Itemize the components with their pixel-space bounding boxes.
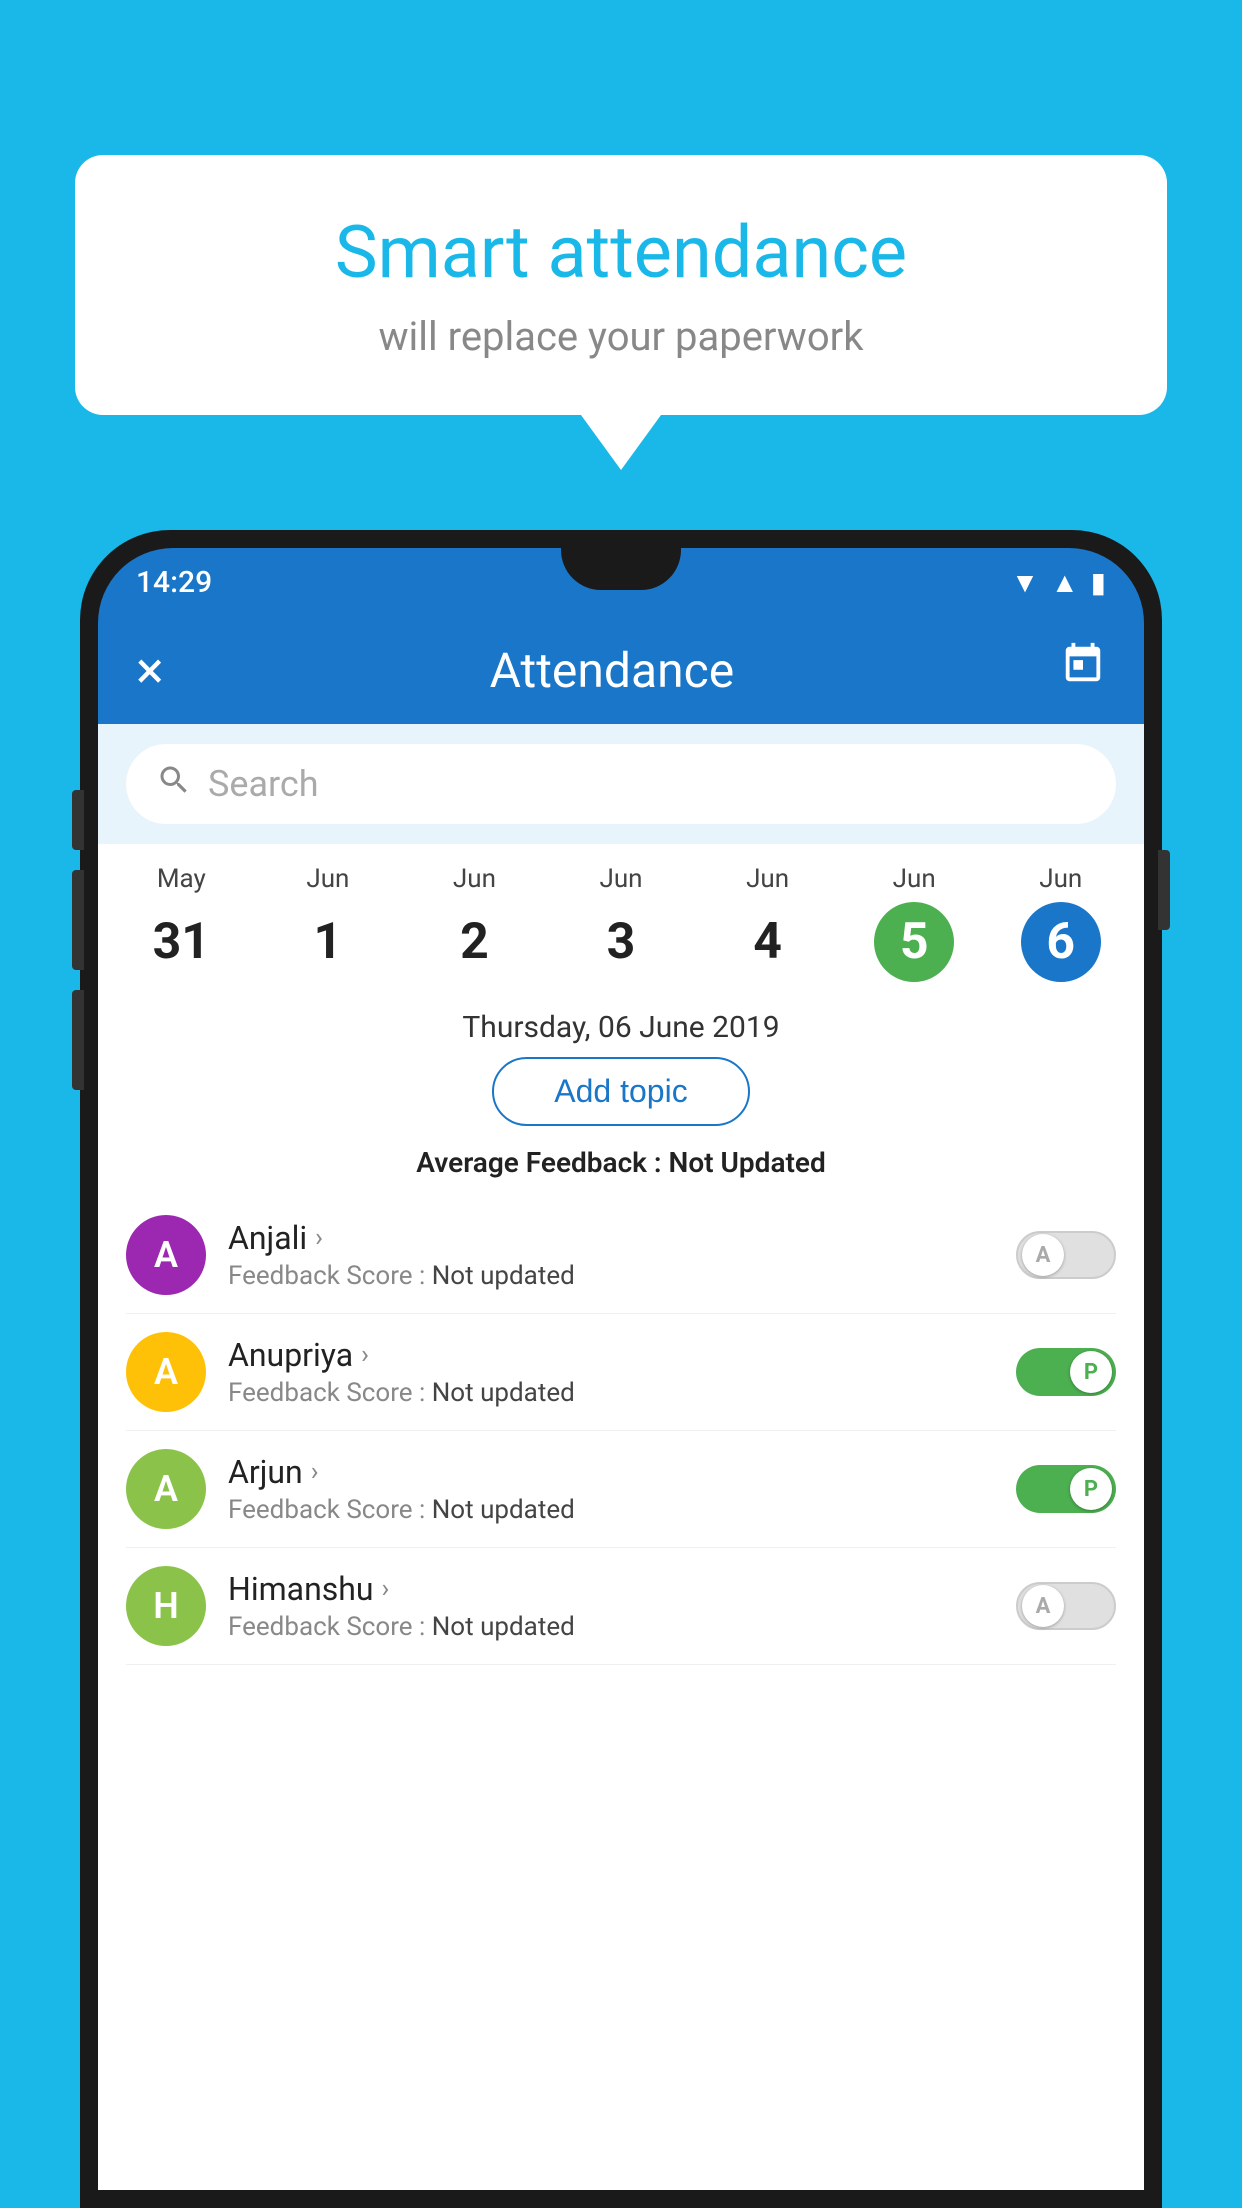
calendar-strip: May 31 Jun 1 Jun 2 Jun 3 Jun 4 Jun 5 Jun 6: [98, 844, 1144, 992]
student-feedback: Feedback Score : Not updated: [228, 1495, 994, 1525]
feedback-value: Not updated: [432, 1261, 575, 1291]
attendance-toggle[interactable]: P: [1016, 1465, 1116, 1513]
student-list: AAnjali ›Feedback Score : Not updatedAAA…: [98, 1197, 1144, 1665]
calendar-date-number[interactable]: 4: [728, 902, 808, 982]
student-item[interactable]: H Himanshu › Feedback Score : Not updated A: [126, 1548, 1116, 1665]
calendar-day[interactable]: Jun 5: [841, 864, 988, 982]
chevron-icon: ›: [361, 1340, 369, 1370]
avatar: A: [126, 1449, 206, 1529]
signal-icon: ▲: [1051, 566, 1079, 599]
attendance-toggle[interactable]: A: [1016, 1582, 1116, 1630]
battery-icon: ▮: [1091, 566, 1106, 599]
calendar-date-number[interactable]: 5: [874, 902, 954, 982]
status-time: 14:29: [136, 565, 212, 600]
toggle-knob: A: [1022, 1585, 1064, 1627]
student-info: Arjun › Feedback Score : Not updated: [228, 1453, 994, 1525]
toggle-knob: P: [1070, 1351, 1112, 1393]
toggle-knob: P: [1070, 1468, 1112, 1510]
attendance-toggle[interactable]: P: [1016, 1348, 1116, 1396]
student-info: Anjali › Feedback Score : Not updated: [228, 1219, 994, 1291]
student-name: Himanshu ›: [228, 1570, 994, 1608]
wifi-icon: ▼: [1011, 566, 1039, 599]
calendar-month-label: Jun: [1039, 864, 1082, 894]
chevron-icon: ›: [382, 1574, 390, 1604]
avatar: A: [126, 1215, 206, 1295]
selected-date-label: Thursday, 06 June 2019: [98, 992, 1144, 1057]
calendar-date-number[interactable]: 1: [288, 902, 368, 982]
calendar-day[interactable]: Jun 3: [548, 864, 695, 982]
calendar-day[interactable]: May 31: [108, 864, 255, 982]
student-feedback: Feedback Score : Not updated: [228, 1378, 994, 1408]
screen-content: Search May 31 Jun 1 Jun 2 Jun 3 Jun 4 Jun 5 Jun 6 Thu…: [98, 724, 1144, 2190]
close-button[interactable]: ×: [136, 640, 164, 701]
feedback-value: Not updated: [432, 1495, 575, 1525]
search-container: Search: [98, 724, 1144, 844]
student-name: Arjun ›: [228, 1453, 994, 1491]
volume-down-button: [72, 990, 84, 1090]
student-item[interactable]: A Arjun › Feedback Score : Not updated P: [126, 1431, 1116, 1548]
calendar-month-label: May: [157, 864, 206, 894]
phone-outer: 14:29 ▼ ▲ ▮ × Attendance: [80, 530, 1162, 2208]
calendar-date-number[interactable]: 6: [1021, 902, 1101, 982]
search-icon: [156, 762, 192, 807]
calendar-date-number[interactable]: 2: [434, 902, 514, 982]
student-name: Anupriya ›: [228, 1336, 994, 1374]
notch: [561, 548, 681, 590]
student-info: Himanshu › Feedback Score : Not updated: [228, 1570, 994, 1642]
calendar-day[interactable]: Jun 4: [694, 864, 841, 982]
student-info: Anupriya › Feedback Score : Not updated: [228, 1336, 994, 1408]
calendar-day[interactable]: Jun 2: [401, 864, 548, 982]
calendar-date-number[interactable]: 3: [581, 902, 661, 982]
calendar-month-label: Jun: [453, 864, 496, 894]
calendar-date-number[interactable]: 31: [141, 902, 221, 982]
calendar-icon[interactable]: [1060, 641, 1106, 699]
background: Smart attendance will replace your paper…: [0, 0, 1242, 2208]
student-feedback: Feedback Score : Not updated: [228, 1261, 994, 1291]
speech-bubble-subtitle: will replace your paperwork: [135, 313, 1107, 360]
search-placeholder: Search: [208, 763, 319, 805]
app-bar-title: Attendance: [164, 642, 1060, 699]
student-item[interactable]: A Anupriya › Feedback Score : Not updated P: [126, 1314, 1116, 1431]
calendar-month-label: Jun: [600, 864, 643, 894]
status-icons: ▼ ▲ ▮: [1011, 566, 1106, 599]
status-bar: 14:29 ▼ ▲ ▮: [98, 548, 1144, 616]
avg-feedback-value: Not Updated: [669, 1146, 826, 1179]
calendar-day[interactable]: Jun 1: [255, 864, 402, 982]
avatar: H: [126, 1566, 206, 1646]
search-bar[interactable]: Search: [126, 744, 1116, 824]
student-item[interactable]: A Anjali › Feedback Score : Not updated A: [126, 1197, 1116, 1314]
add-topic-button[interactable]: Add topic: [492, 1057, 749, 1126]
student-feedback: Feedback Score : Not updated: [228, 1612, 994, 1642]
speech-bubble-title: Smart attendance: [135, 210, 1107, 295]
chevron-icon: ›: [311, 1457, 319, 1487]
calendar-day[interactable]: Jun 6: [987, 864, 1134, 982]
feedback-value: Not updated: [432, 1612, 575, 1642]
phone-screen: 14:29 ▼ ▲ ▮ × Attendance: [98, 548, 1144, 2190]
speech-bubble-tail: [581, 415, 661, 470]
speech-bubble: Smart attendance will replace your paper…: [75, 155, 1167, 415]
volume-up-button: [72, 870, 84, 970]
app-bar: × Attendance: [98, 616, 1144, 724]
attendance-toggle[interactable]: A: [1016, 1231, 1116, 1279]
calendar-month-label: Jun: [306, 864, 349, 894]
calendar-month-label: Jun: [893, 864, 936, 894]
toggle-knob: A: [1022, 1234, 1064, 1276]
chevron-icon: ›: [315, 1223, 323, 1253]
avg-feedback: Average Feedback : Not Updated: [98, 1146, 1144, 1197]
student-name: Anjali ›: [228, 1219, 994, 1257]
calendar-month-label: Jun: [746, 864, 789, 894]
mute-button: [72, 790, 84, 850]
power-button: [1158, 850, 1170, 930]
avatar: A: [126, 1332, 206, 1412]
avg-feedback-label: Average Feedback :: [416, 1146, 668, 1179]
feedback-value: Not updated: [432, 1378, 575, 1408]
speech-bubble-container: Smart attendance will replace your paper…: [75, 155, 1167, 470]
